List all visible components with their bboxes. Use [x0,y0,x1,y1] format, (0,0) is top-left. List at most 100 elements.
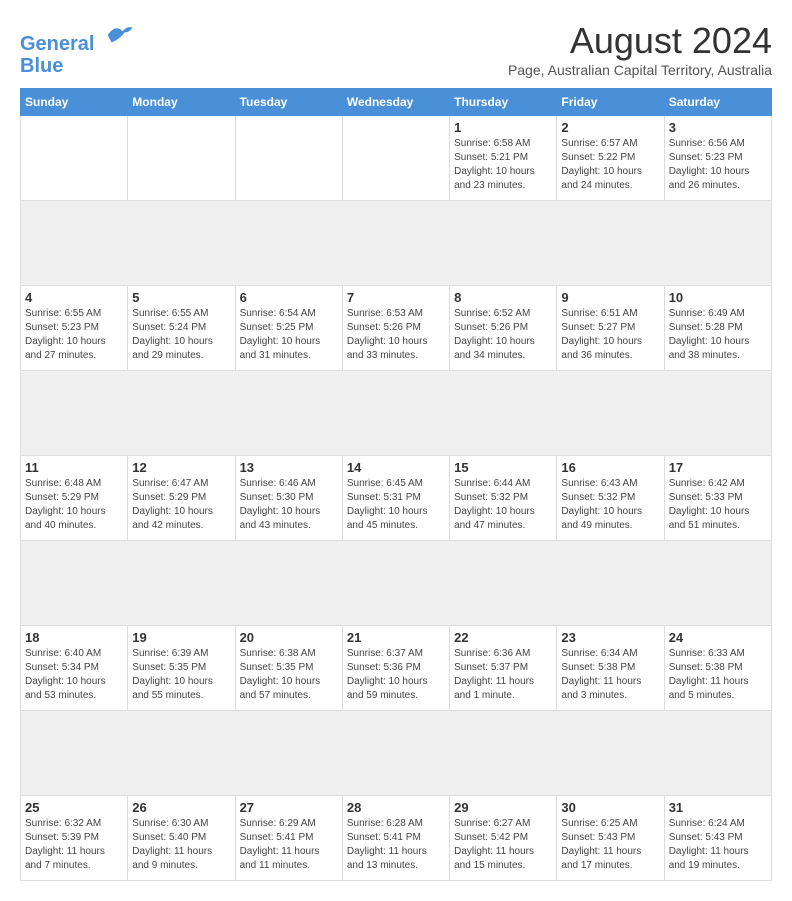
day-number: 20 [240,630,338,645]
calendar-cell: 3 Sunrise: 6:56 AM Sunset: 5:23 PM Daylig… [664,116,771,201]
day-number: 9 [561,290,659,305]
week-row-2: 4Sunrise: 6:55 AM Sunset: 5:23 PM Daylig… [21,286,772,371]
day-info: Sunrise: 6:55 AM Sunset: 5:24 PM Dayligh… [132,307,230,363]
day-info: Sunrise: 6:27 AM Sunset: 5:42 PM Dayligh… [454,817,552,873]
day-info: Sunrise: 6:24 AM Sunset: 5:43 PM Dayligh… [669,817,767,873]
calendar-cell: 30 Sunrise: 6:25 AM Sunset: 5:43 PM Dayli… [557,796,664,881]
row-spacer [21,201,772,286]
calendar-cell: 4Sunrise: 6:55 AM Sunset: 5:23 PM Daylig… [21,286,128,371]
day-info: Sunrise: 6:29 AM Sunset: 5:41 PM Dayligh… [240,817,338,873]
spacer-cell [21,711,772,796]
title-section: August 2024 Page, Australian Capital Ter… [508,20,772,78]
day-info: Sunrise: 6:25 AM Sunset: 5:43 PM Dayligh… [561,817,659,873]
calendar-cell: 23 Sunrise: 6:34 AM Sunset: 5:38 PM Dayli… [557,626,664,711]
calendar-cell [342,116,449,201]
day-number: 2 [561,120,659,135]
day-info: Sunrise: 6:37 AM Sunset: 5:36 PM Dayligh… [347,647,445,703]
spacer-cell [21,541,772,626]
day-number: 24 [669,630,767,645]
day-number: 8 [454,290,552,305]
day-number: 22 [454,630,552,645]
month-year-title: August 2024 [508,20,772,62]
calendar-cell: 18Sunrise: 6:40 AM Sunset: 5:34 PM Dayli… [21,626,128,711]
day-header-monday: Monday [128,89,235,116]
day-info: Sunrise: 6:45 AM Sunset: 5:31 PM Dayligh… [347,477,445,533]
calendar-cell: 28 Sunrise: 6:28 AM Sunset: 5:41 PM Dayli… [342,796,449,881]
calendar-cell: 7 Sunrise: 6:53 AM Sunset: 5:26 PM Daylig… [342,286,449,371]
day-header-saturday: Saturday [664,89,771,116]
week-row-4: 18Sunrise: 6:40 AM Sunset: 5:34 PM Dayli… [21,626,772,711]
logo-text: General [20,20,134,55]
day-number: 1 [454,120,552,135]
day-number: 31 [669,800,767,815]
row-spacer [21,541,772,626]
calendar-cell: 14 Sunrise: 6:45 AM Sunset: 5:31 PM Dayli… [342,456,449,541]
day-header-sunday: Sunday [21,89,128,116]
calendar-cell: 24 Sunrise: 6:33 AM Sunset: 5:38 PM Dayli… [664,626,771,711]
day-number: 27 [240,800,338,815]
calendar-cell: 13Sunrise: 6:46 AM Sunset: 5:30 PM Dayli… [235,456,342,541]
calendar-cell: 6Sunrise: 6:54 AM Sunset: 5:25 PM Daylig… [235,286,342,371]
calendar-cell: 27 Sunrise: 6:29 AM Sunset: 5:41 PM Dayli… [235,796,342,881]
logo-bird-icon [104,20,134,50]
day-info: Sunrise: 6:38 AM Sunset: 5:35 PM Dayligh… [240,647,338,703]
day-number: 14 [347,460,445,475]
day-info: Sunrise: 6:40 AM Sunset: 5:34 PM Dayligh… [25,647,123,703]
day-info: Sunrise: 6:57 AM Sunset: 5:22 PM Dayligh… [561,137,659,193]
day-number: 15 [454,460,552,475]
calendar-cell: 17Sunrise: 6:42 AM Sunset: 5:33 PM Dayli… [664,456,771,541]
day-header-friday: Friday [557,89,664,116]
day-number: 12 [132,460,230,475]
day-info: Sunrise: 6:47 AM Sunset: 5:29 PM Dayligh… [132,477,230,533]
day-number: 25 [25,800,123,815]
calendar-cell: 25 Sunrise: 6:32 AM Sunset: 5:39 PM Dayli… [21,796,128,881]
day-info: Sunrise: 6:36 AM Sunset: 5:37 PM Dayligh… [454,647,552,703]
calendar-cell: 5Sunrise: 6:55 AM Sunset: 5:24 PM Daylig… [128,286,235,371]
day-info: Sunrise: 6:42 AM Sunset: 5:33 PM Dayligh… [669,477,767,533]
location-subtitle: Page, Australian Capital Territory, Aust… [508,62,772,78]
spacer-cell [21,201,772,286]
day-number: 30 [561,800,659,815]
calendar-cell: 1Sunrise: 6:58 AM Sunset: 5:21 PM Daylig… [450,116,557,201]
calendar-cell: 16Sunrise: 6:43 AM Sunset: 5:32 PM Dayli… [557,456,664,541]
day-number: 10 [669,290,767,305]
day-info: Sunrise: 6:49 AM Sunset: 5:28 PM Dayligh… [669,307,767,363]
day-info: Sunrise: 6:32 AM Sunset: 5:39 PM Dayligh… [25,817,123,873]
day-number: 3 [669,120,767,135]
day-info: Sunrise: 6:33 AM Sunset: 5:38 PM Dayligh… [669,647,767,703]
calendar-cell [235,116,342,201]
day-number: 19 [132,630,230,645]
day-info: Sunrise: 6:51 AM Sunset: 5:27 PM Dayligh… [561,307,659,363]
day-info: Sunrise: 6:53 AM Sunset: 5:26 PM Dayligh… [347,307,445,363]
day-number: 28 [347,800,445,815]
week-row-3: 11Sunrise: 6:48 AM Sunset: 5:29 PM Dayli… [21,456,772,541]
week-row-1: 1Sunrise: 6:58 AM Sunset: 5:21 PM Daylig… [21,116,772,201]
spacer-cell [21,371,772,456]
calendar-cell: 31 Sunrise: 6:24 AM Sunset: 5:43 PM Dayli… [664,796,771,881]
day-header-thursday: Thursday [450,89,557,116]
day-info: Sunrise: 6:55 AM Sunset: 5:23 PM Dayligh… [25,307,123,363]
calendar-cell: 10 Sunrise: 6:49 AM Sunset: 5:28 PM Dayli… [664,286,771,371]
day-info: Sunrise: 6:30 AM Sunset: 5:40 PM Dayligh… [132,817,230,873]
calendar-cell: 26Sunrise: 6:30 AM Sunset: 5:40 PM Dayli… [128,796,235,881]
day-number: 23 [561,630,659,645]
calendar-cell: 20 Sunrise: 6:38 AM Sunset: 5:35 PM Dayli… [235,626,342,711]
row-spacer [21,711,772,796]
calendar-cell: 8Sunrise: 6:52 AM Sunset: 5:26 PM Daylig… [450,286,557,371]
day-number: 7 [347,290,445,305]
day-info: Sunrise: 6:46 AM Sunset: 5:30 PM Dayligh… [240,477,338,533]
logo: General Blue [20,20,134,77]
calendar-cell: 9 Sunrise: 6:51 AM Sunset: 5:27 PM Daylig… [557,286,664,371]
calendar-cell [21,116,128,201]
calendar-cell: 12 Sunrise: 6:47 AM Sunset: 5:29 PM Dayli… [128,456,235,541]
day-header-tuesday: Tuesday [235,89,342,116]
calendar-cell [128,116,235,201]
day-info: Sunrise: 6:44 AM Sunset: 5:32 PM Dayligh… [454,477,552,533]
logo-subtext: Blue [20,55,134,77]
day-info: Sunrise: 6:56 AM Sunset: 5:23 PM Dayligh… [669,137,767,193]
day-number: 16 [561,460,659,475]
day-info: Sunrise: 6:28 AM Sunset: 5:41 PM Dayligh… [347,817,445,873]
calendar-cell: 2 Sunrise: 6:57 AM Sunset: 5:22 PM Daylig… [557,116,664,201]
day-info: Sunrise: 6:34 AM Sunset: 5:38 PM Dayligh… [561,647,659,703]
calendar-cell: 11Sunrise: 6:48 AM Sunset: 5:29 PM Dayli… [21,456,128,541]
